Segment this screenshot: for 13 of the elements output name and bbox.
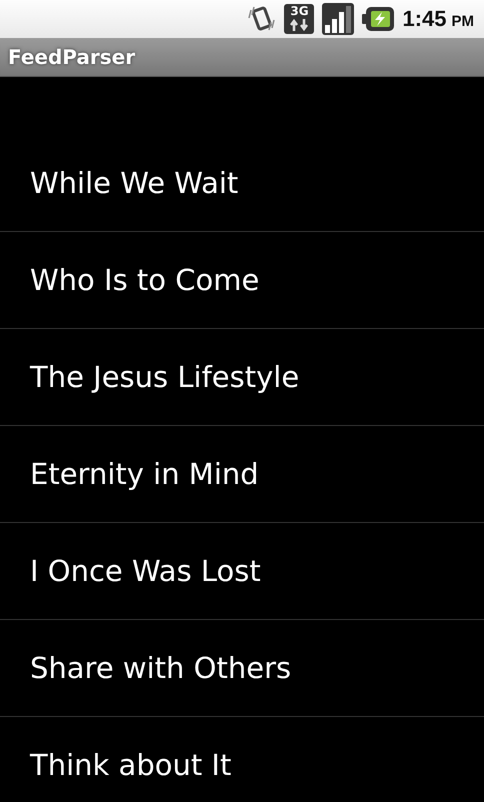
list-item[interactable]: Share with Others [0,620,484,717]
battery-charging-icon [362,6,394,32]
list-item[interactable]: Eternity in Mind [0,426,484,523]
network-type-icon: 3G [284,4,314,34]
signal-icon [322,3,354,35]
list-item[interactable]: While We Wait [0,135,484,232]
app-title: FeedParser [8,45,136,69]
list-item[interactable]: I Once Was Lost [0,523,484,620]
clock-meridiem: PM [452,13,474,30]
list-item[interactable]: The Jesus Lifestyle [0,329,484,426]
list-item[interactable]: Think about It [0,717,484,802]
clock-time: 1:45 [402,6,446,32]
list-item[interactable]: Who Is to Come [0,232,484,329]
